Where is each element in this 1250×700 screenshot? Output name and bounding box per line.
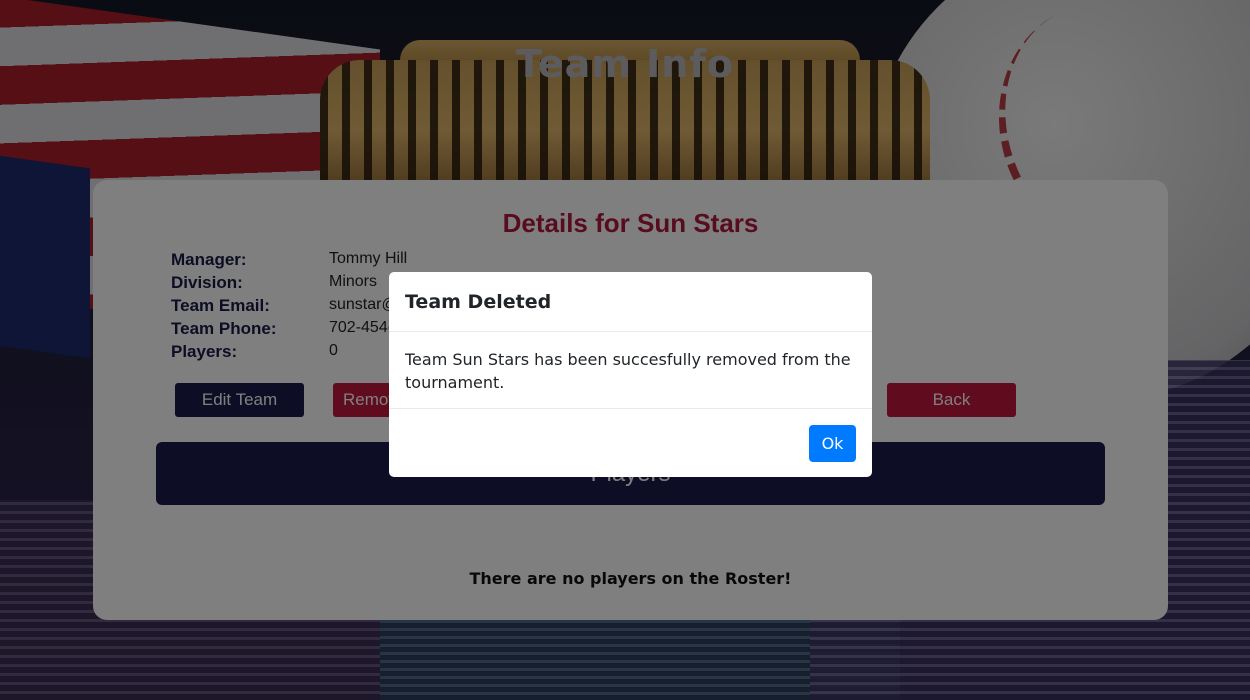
dialog-body: Team Sun Stars has been succesfully remo… xyxy=(389,332,872,409)
dialog-title: Team Deleted xyxy=(405,291,552,313)
ok-button[interactable]: Ok xyxy=(809,425,856,462)
dialog-message: Team Sun Stars has been succesfully remo… xyxy=(405,350,851,392)
dialog-header: Team Deleted xyxy=(389,272,872,332)
dialog-footer: Ok xyxy=(389,409,872,477)
team-deleted-dialog: Team Deleted Team Sun Stars has been suc… xyxy=(389,272,872,477)
